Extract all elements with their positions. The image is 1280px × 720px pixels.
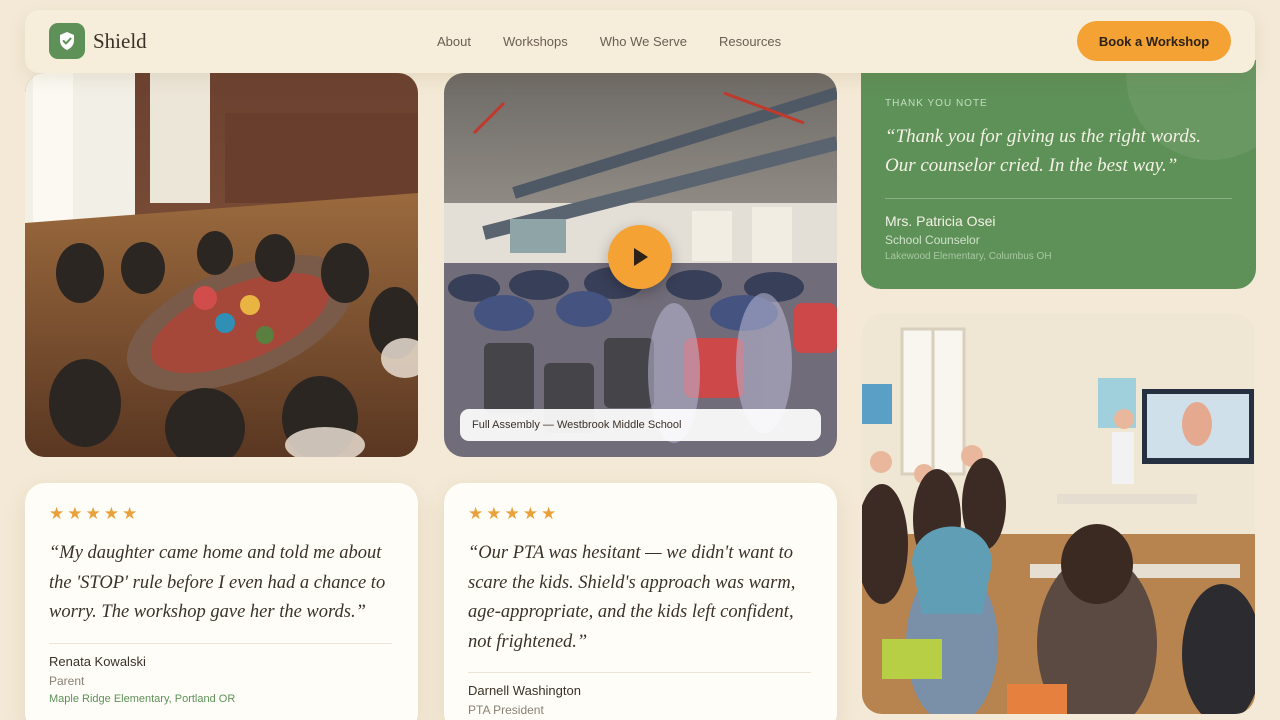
brand-name: Shield <box>93 28 147 53</box>
video-caption: Full Assembly — Westbrook Middle School <box>460 409 821 441</box>
star-icon: ★ <box>85 504 101 523</box>
book-workshop-button[interactable]: Book a Workshop <box>1077 21 1231 61</box>
note-author-role: School Counselor <box>885 233 980 247</box>
note-eyebrow: THANK YOU NOTE <box>885 98 988 109</box>
page: Shield About Workshops Who We Serve Reso… <box>0 0 1280 720</box>
star-icon: ★ <box>541 504 557 523</box>
testimonial-card: ★ ★ ★ ★ ★ “Our PTA was hesitant — we did… <box>444 483 837 720</box>
play-button[interactable] <box>608 225 672 289</box>
star-rating: ★ ★ ★ ★ ★ <box>468 505 559 523</box>
star-icon: ★ <box>468 504 484 523</box>
classroom-photo <box>862 314 1255 714</box>
nav-link-who-we-serve[interactable]: Who We Serve <box>600 34 687 49</box>
testimonial-quote: “Our PTA was hesitant — we didn't want t… <box>468 543 796 652</box>
star-icon: ★ <box>67 504 83 523</box>
nav-link-workshops[interactable]: Workshops <box>503 34 568 49</box>
nav-links: About Workshops Who We Serve Resources <box>437 10 813 73</box>
note-author-name: Mrs. Patricia Osei <box>885 213 996 229</box>
play-icon <box>630 246 650 268</box>
top-nav: Shield About Workshops Who We Serve Reso… <box>25 10 1255 73</box>
testimonial-card: ★ ★ ★ ★ ★ “My daughter came home and tol… <box>25 483 418 720</box>
star-icon: ★ <box>49 504 65 523</box>
note-quote: “Thank you for giving us the right words… <box>885 126 1201 176</box>
craft-circle-photo <box>25 73 418 457</box>
testimonial-divider <box>49 643 392 644</box>
star-icon: ★ <box>103 504 119 523</box>
note-author-location: Lakewood Elementary, Columbus OH <box>885 251 1052 262</box>
star-icon: ★ <box>486 504 502 523</box>
thank-you-note-card: THANK YOU NOTE “Thank you for giving us … <box>861 60 1256 289</box>
star-icon: ★ <box>504 504 520 523</box>
brand-logo[interactable]: Shield <box>49 23 147 59</box>
testimonial-divider <box>468 672 811 673</box>
shield-check-icon <box>49 23 85 59</box>
star-rating: ★ ★ ★ ★ ★ <box>49 505 140 523</box>
testimonial-author-role: PTA President <box>468 703 544 717</box>
nav-link-resources[interactable]: Resources <box>719 34 781 49</box>
testimonial-author-location: Maple Ridge Elementary, Portland OR <box>49 693 236 705</box>
nav-link-about[interactable]: About <box>437 34 471 49</box>
testimonial-author-role: Parent <box>49 674 85 688</box>
star-icon: ★ <box>522 504 538 523</box>
testimonial-author-name: Renata Kowalski <box>49 654 146 669</box>
note-divider <box>885 198 1232 199</box>
star-icon: ★ <box>122 504 138 523</box>
assembly-video[interactable]: Full Assembly — Westbrook Middle School <box>444 73 837 457</box>
testimonial-quote: “My daughter came home and told me about… <box>49 543 386 622</box>
testimonial-author-name: Darnell Washington <box>468 683 581 698</box>
